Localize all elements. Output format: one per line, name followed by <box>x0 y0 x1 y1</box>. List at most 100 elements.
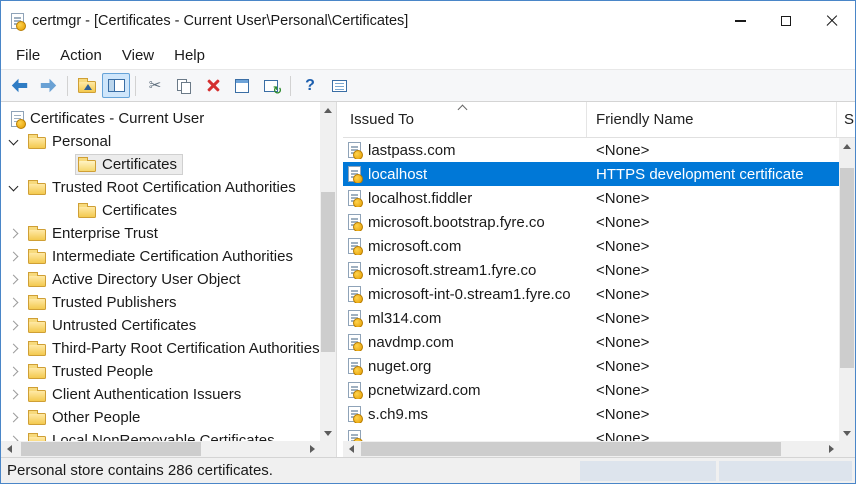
tree-item-trusted-root-certificates[interactable]: Certificates <box>1 199 320 222</box>
certificate-icon <box>348 358 363 375</box>
tree-item-personal[interactable]: Personal <box>1 130 320 153</box>
chevron-right-icon[interactable] <box>5 268 21 291</box>
maximize-button[interactable] <box>763 1 809 41</box>
tree-vertical-scrollbar[interactable] <box>320 102 336 441</box>
chevron-right-icon[interactable] <box>5 314 21 337</box>
friendly-name-cell: <None> <box>596 333 650 351</box>
refresh-button[interactable] <box>257 73 285 98</box>
show-hide-console-tree-icon <box>107 79 125 92</box>
folder-icon <box>28 271 46 287</box>
tree-item-local-nonremovable-certificates[interactable]: Local NonRemovable Certificates <box>1 429 320 441</box>
copy-button[interactable] <box>170 73 198 98</box>
scroll-left-arrow[interactable] <box>343 441 359 457</box>
chevron-right-icon[interactable] <box>5 406 21 429</box>
cut-button[interactable]: ✂ <box>141 73 169 98</box>
chevron-down-icon[interactable] <box>5 176 21 199</box>
sort-ascending-icon <box>457 104 468 115</box>
certificate-row[interactable]: microsoft.stream1.fyre.co <None> <box>343 258 839 282</box>
certificate-row[interactable]: microsoft.com <None> <box>343 234 839 258</box>
issued-to-cell: ml314.com <box>368 309 442 327</box>
tree-item-enterprise-trust[interactable]: Enterprise Trust <box>1 222 320 245</box>
scrollbar-thumb[interactable] <box>361 442 781 456</box>
tree-item-label: Active Directory User Object <box>52 271 241 288</box>
tree-item-untrusted-certificates[interactable]: Untrusted Certificates <box>1 314 320 337</box>
column-header-issued-to[interactable]: Issued To <box>343 102 587 137</box>
chevron-right-icon[interactable] <box>5 291 21 314</box>
certificate-row[interactable]: ml314.com <None> <box>343 306 839 330</box>
certificate-icon <box>348 334 363 351</box>
scroll-right-arrow[interactable] <box>823 441 839 457</box>
close-button[interactable] <box>809 1 855 41</box>
delete-button[interactable] <box>199 73 227 98</box>
issued-to-cell: microsoft.com <box>368 237 462 255</box>
scroll-left-arrow[interactable] <box>1 441 17 457</box>
statusbar: Personal store contains 286 certificates… <box>1 457 855 483</box>
tree-root-item[interactable]: Certificates - Current User <box>1 107 320 130</box>
tree-item-intermediate-ca[interactable]: Intermediate Certification Authorities <box>1 245 320 268</box>
tree-item-trusted-people[interactable]: Trusted People <box>1 360 320 383</box>
help-button[interactable]: ? <box>296 73 324 98</box>
tree-horizontal-scrollbar[interactable] <box>1 441 320 457</box>
certificate-row[interactable]: s.ch9.ms <None> <box>343 402 839 426</box>
scrollbar-thumb[interactable] <box>321 192 335 352</box>
folder-icon <box>28 386 46 402</box>
scroll-down-arrow[interactable] <box>839 425 855 441</box>
chevron-down-icon[interactable] <box>5 130 21 153</box>
minimize-button[interactable] <box>717 1 763 41</box>
certificate-row[interactable]: nuget.org <None> <box>343 354 839 378</box>
tree-item-label: Trusted Root Certification Authorities <box>52 179 296 196</box>
list-vertical-scrollbar[interactable] <box>839 138 855 441</box>
tree-item-trusted-publishers[interactable]: Trusted Publishers <box>1 291 320 314</box>
chevron-right-icon[interactable] <box>5 360 21 383</box>
certificate-row[interactable]: lastpass.com <None> <box>343 138 839 162</box>
friendly-name-cell: <None> <box>596 285 650 303</box>
tree-item-active-directory-user-object[interactable]: Active Directory User Object <box>1 268 320 291</box>
column-header-label: S <box>844 111 855 128</box>
chevron-right-icon[interactable] <box>5 245 21 268</box>
scrollbar-thumb[interactable] <box>840 168 854 368</box>
up-one-level-button[interactable] <box>73 73 101 98</box>
certificate-row-partial[interactable]: <None> <box>343 426 839 441</box>
menu-file[interactable]: File <box>6 44 50 67</box>
scroll-down-arrow[interactable] <box>320 425 336 441</box>
tree-item-other-people[interactable]: Other People <box>1 406 320 429</box>
certificate-row[interactable]: microsoft.bootstrap.fyre.co <None> <box>343 210 839 234</box>
tree-item-label: Certificates <box>102 202 178 219</box>
friendly-name-cell: HTTPS development certificate <box>596 165 804 183</box>
certificate-row[interactable]: pcnetwizard.com <None> <box>343 378 839 402</box>
tree-item-label: Trusted People <box>52 363 154 380</box>
tree-item-trusted-root[interactable]: Trusted Root Certification Authorities <box>1 176 320 199</box>
chevron-right-icon[interactable] <box>5 222 21 245</box>
certificate-row[interactable]: navdmp.com <None> <box>343 330 839 354</box>
issued-to-cell: s.ch9.ms <box>368 405 429 423</box>
certificate-row-selected[interactable]: localhost HTTPS development certificate <box>343 162 839 186</box>
tree-item-personal-certificates[interactable]: Certificates <box>1 153 320 176</box>
friendly-name-cell: <None> <box>596 405 650 423</box>
certificate-row[interactable]: localhost.fiddler <None> <box>343 186 839 210</box>
minimize-icon <box>734 20 746 22</box>
export-list-button[interactable] <box>325 73 353 98</box>
scroll-up-arrow[interactable] <box>839 138 855 154</box>
scroll-right-arrow[interactable] <box>304 441 320 457</box>
forward-button[interactable] <box>34 73 62 98</box>
scrollbar-thumb[interactable] <box>21 442 201 456</box>
menu-action[interactable]: Action <box>50 44 112 67</box>
column-header-status[interactable]: S <box>837 102 855 137</box>
chevron-right-icon[interactable] <box>5 429 21 441</box>
properties-button[interactable] <box>228 73 256 98</box>
scroll-up-arrow[interactable] <box>320 102 336 118</box>
column-header-friendly-name[interactable]: Friendly Name <box>587 102 837 137</box>
certificate-row[interactable]: microsoft-int-0.stream1.fyre.co <None> <box>343 282 839 306</box>
status-text: Personal store contains 286 certificates… <box>7 462 273 479</box>
chevron-right-icon[interactable] <box>5 337 21 360</box>
chevron-right-icon[interactable] <box>5 383 21 406</box>
tree-item-client-authentication-issuers[interactable]: Client Authentication Issuers <box>1 383 320 406</box>
menu-help[interactable]: Help <box>164 44 215 67</box>
menu-view[interactable]: View <box>112 44 164 67</box>
tree-item-third-party-root[interactable]: Third-Party Root Certification Authoriti… <box>1 337 320 360</box>
list-horizontal-scrollbar[interactable] <box>343 441 839 457</box>
column-header-label: Issued To <box>350 111 414 128</box>
back-button[interactable] <box>5 73 33 98</box>
show-hide-console-tree-button[interactable] <box>102 73 130 98</box>
